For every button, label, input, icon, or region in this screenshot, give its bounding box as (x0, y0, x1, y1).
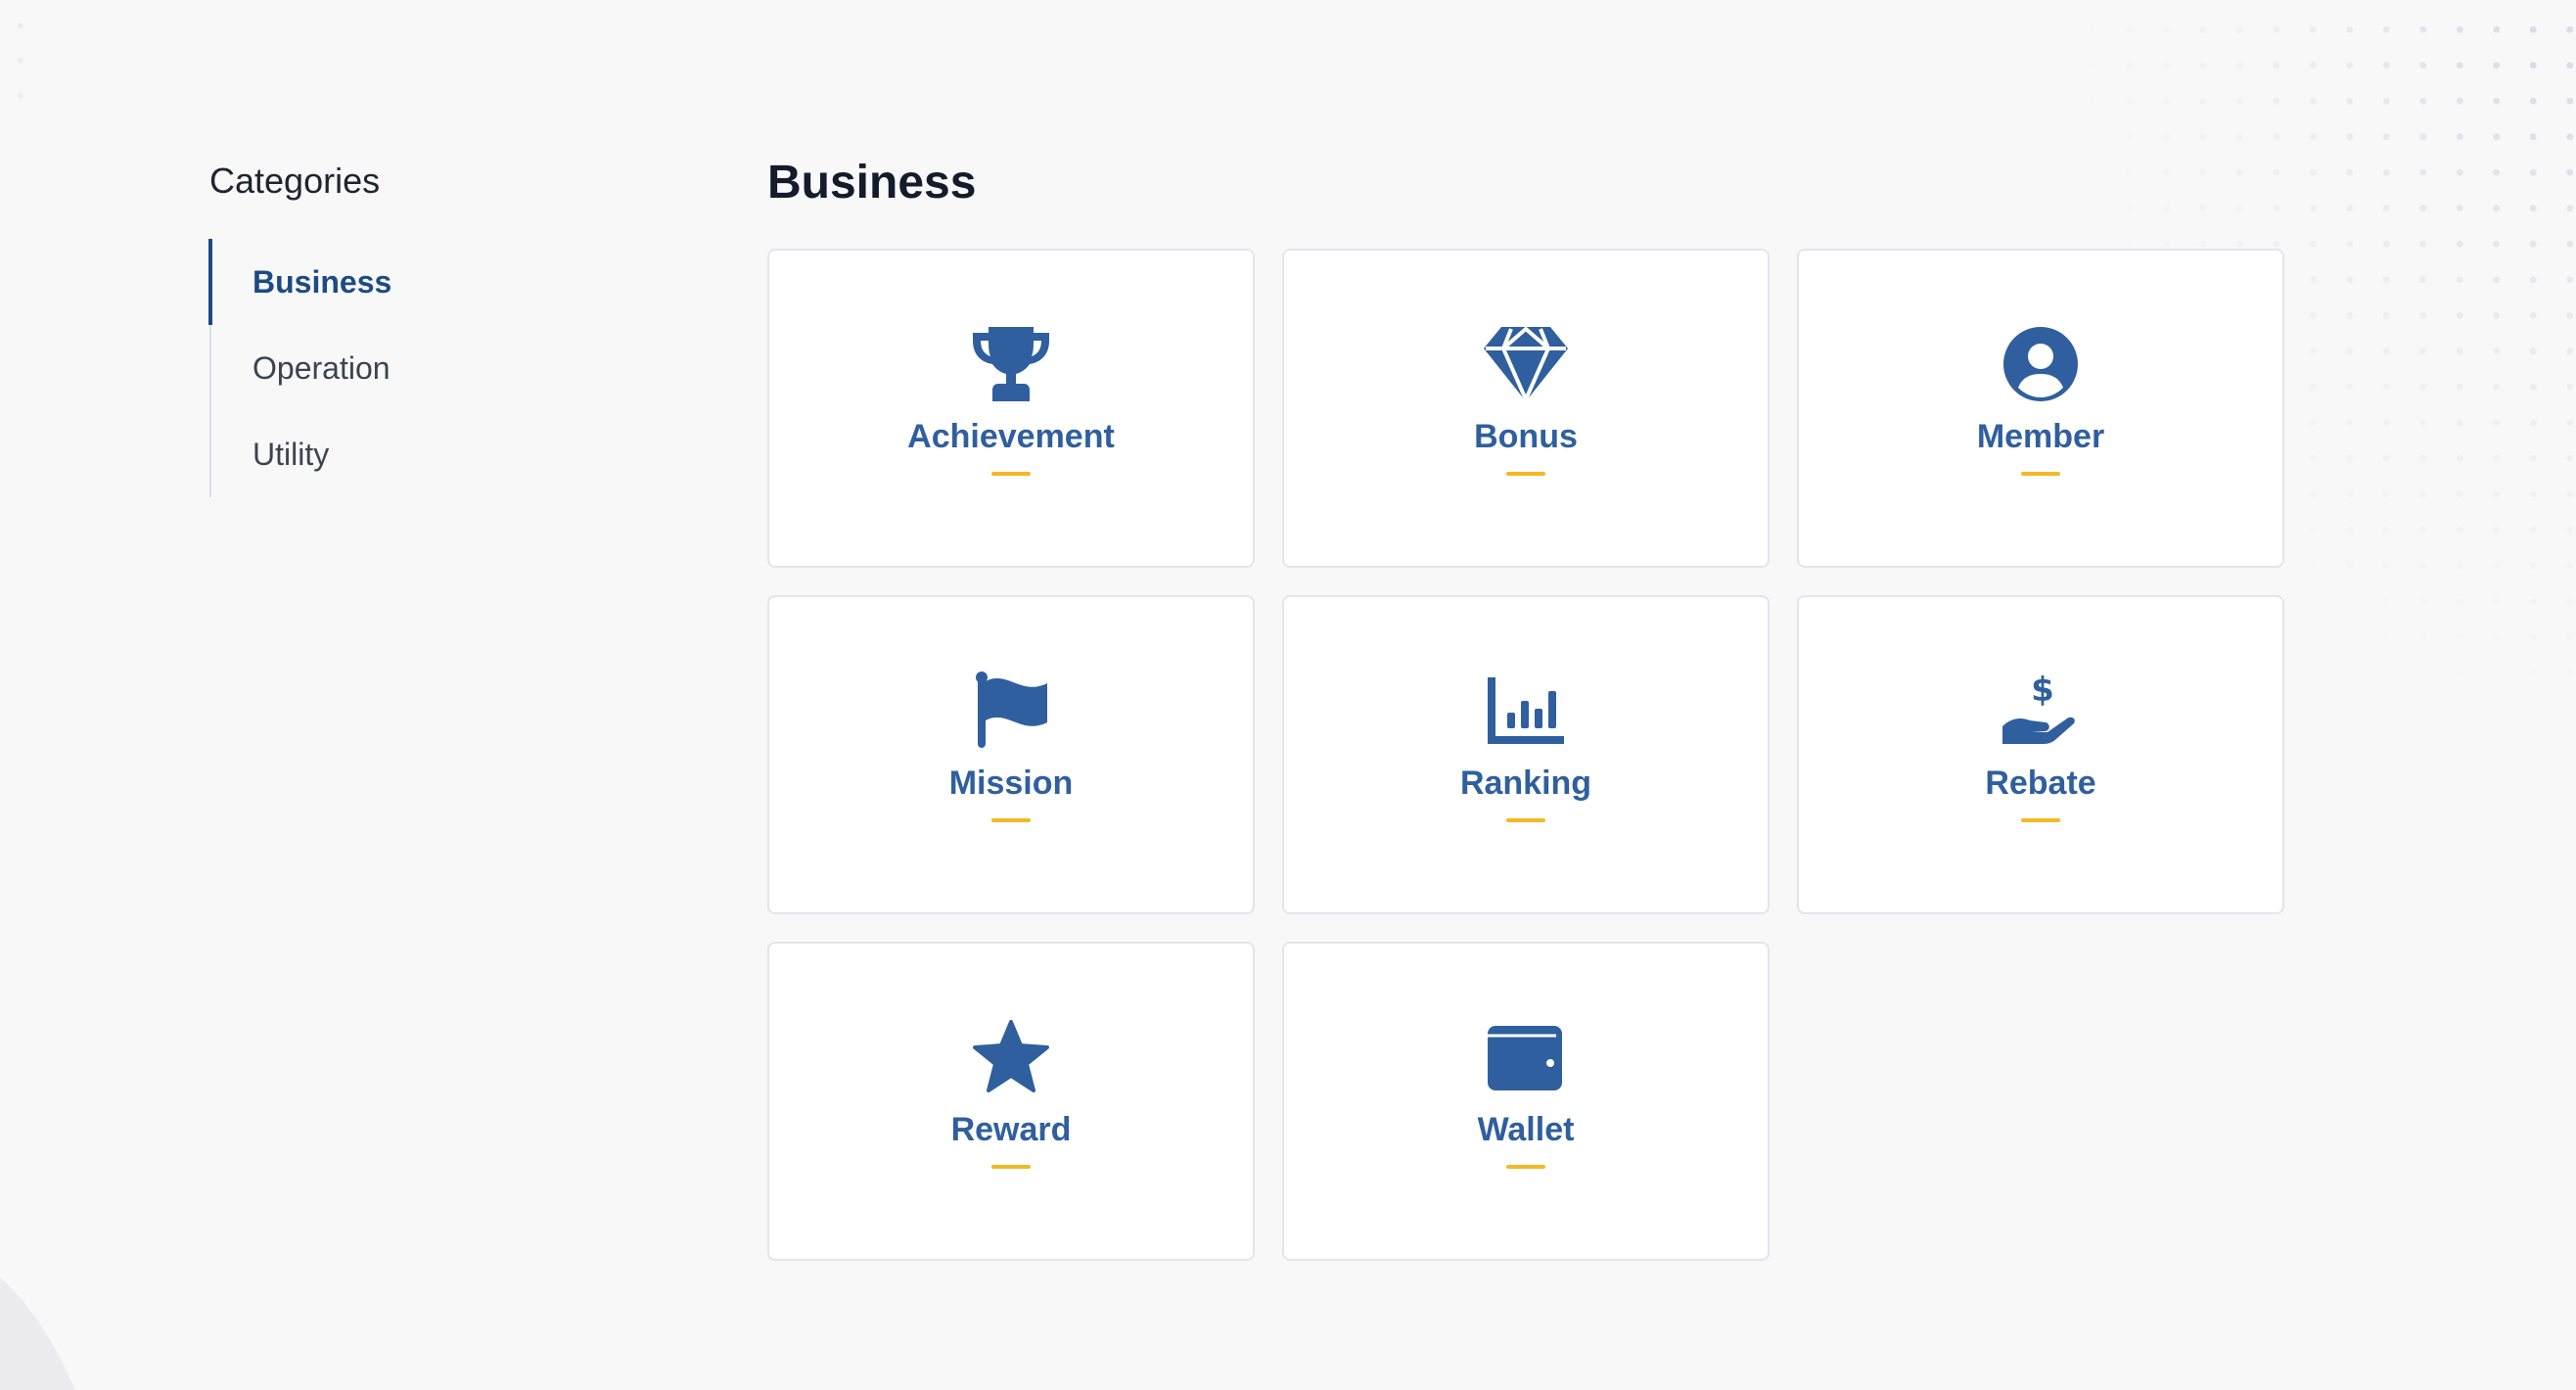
card-underline (2021, 472, 2060, 476)
card-rebate[interactable]: $ Rebate (1797, 595, 2284, 914)
flag-icon (967, 672, 1055, 750)
card-label: Bonus (1474, 418, 1578, 455)
card-label: Achievement (907, 418, 1115, 455)
sidebar-title: Categories (209, 161, 381, 201)
star-icon (967, 1018, 1055, 1096)
card-wallet[interactable]: Wallet (1282, 942, 1770, 1261)
card-underline (991, 818, 1031, 822)
wallet-icon (1482, 1018, 1570, 1096)
card-achievement[interactable]: Achievement (767, 249, 1255, 568)
card-label: Reward (950, 1111, 1072, 1148)
category-item-operation[interactable]: Operation (211, 325, 601, 411)
card-ranking[interactable]: Ranking (1282, 595, 1770, 914)
card-label: Ranking (1459, 764, 1592, 802)
decorative-corner-shape (0, 1223, 90, 1390)
card-underline (991, 1165, 1031, 1169)
card-label: Wallet (1477, 1111, 1575, 1148)
card-underline (991, 472, 1031, 476)
category-item-business[interactable]: Business (208, 239, 601, 325)
trophy-icon (967, 325, 1055, 403)
decorative-dot-grid-left (0, 0, 39, 108)
category-item-utility[interactable]: Utility (211, 411, 601, 497)
card-mission[interactable]: Mission (767, 595, 1255, 914)
card-bonus[interactable]: Bonus (1282, 249, 1770, 568)
card-underline (1506, 818, 1545, 822)
category-list: Business Operation Utility (208, 239, 601, 497)
diamond-icon (1482, 325, 1570, 403)
card-underline (1506, 472, 1545, 476)
bar-chart-icon (1482, 672, 1570, 750)
module-card-grid: Achievement Bonus Member Mission Ranking… (767, 249, 2284, 1261)
card-reward[interactable]: Reward (767, 942, 1255, 1261)
hand-dollar-icon: $ (1997, 672, 2085, 750)
main-content: Business Achievement Bonus Member Missio… (767, 153, 2284, 1261)
user-circle-icon (1997, 325, 2085, 403)
card-label: Member (1976, 418, 2105, 455)
card-underline (2021, 818, 2060, 822)
svg-text:$: $ (2031, 672, 2054, 710)
card-underline (1506, 1165, 1545, 1169)
categories-sidebar: Categories Business Operation Utility (208, 157, 601, 497)
page-title: Business (767, 157, 977, 208)
page: Categories Business Operation Utility Bu… (0, 0, 2576, 1390)
card-label: Mission (948, 764, 1074, 802)
card-member[interactable]: Member (1797, 249, 2284, 568)
card-label: Rebate (1985, 764, 2096, 802)
